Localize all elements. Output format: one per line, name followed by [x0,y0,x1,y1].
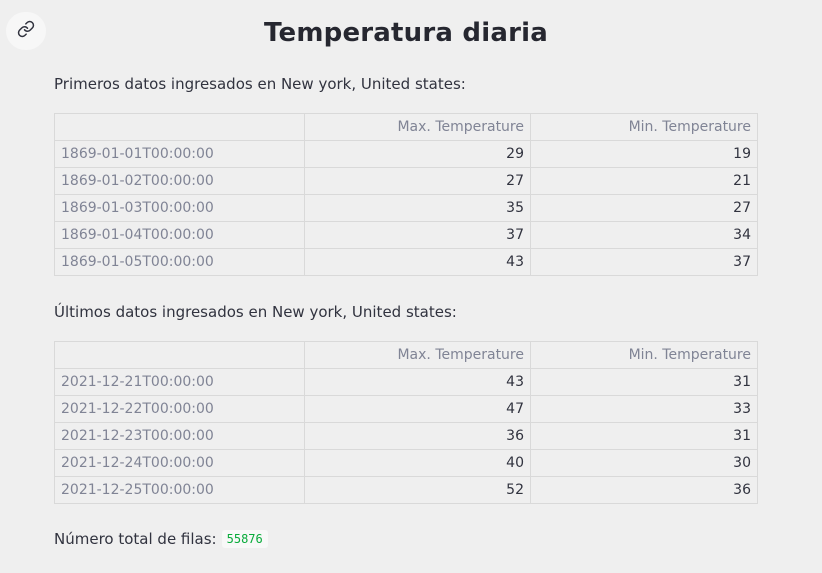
last-data-table[interactable]: Max. Temperature Min. Temperature 2021-1… [54,341,758,504]
row-max-temperature: 40 [304,449,531,477]
row-date: 2021-12-22T00:00:00 [54,395,305,423]
row-max-temperature: 35 [304,194,531,222]
row-date: 1869-01-02T00:00:00 [54,167,305,195]
row-min-temperature: 36 [530,476,758,504]
table-header-row: Max. Temperature Min. Temperature [54,113,758,141]
table-row: 1869-01-04T00:00:00 37 34 [54,221,758,249]
table-row: 2021-12-24T00:00:00 40 30 [54,449,758,477]
last-data-caption: Últimos datos ingresados en New york, Un… [54,303,457,321]
table-row: 1869-01-01T00:00:00 29 19 [54,140,758,168]
row-min-temperature: 31 [530,368,758,396]
table-row: 1869-01-02T00:00:00 27 21 [54,167,758,195]
min-temperature-header[interactable]: Min. Temperature [530,113,758,141]
total-rows-value: 55876 [221,530,268,548]
row-min-temperature: 31 [530,422,758,450]
row-date: 1869-01-03T00:00:00 [54,194,305,222]
row-max-temperature: 47 [304,395,531,423]
table-row: 1869-01-03T00:00:00 35 27 [54,194,758,222]
table-row: 2021-12-23T00:00:00 36 31 [54,422,758,450]
row-min-temperature: 33 [530,395,758,423]
row-min-temperature: 27 [530,194,758,222]
row-min-temperature: 34 [530,221,758,249]
first-data-caption: Primeros datos ingresados en New york, U… [54,75,466,93]
table-row: 1869-01-05T00:00:00 43 37 [54,248,758,276]
index-header [54,341,305,369]
table-row: 2021-12-22T00:00:00 47 33 [54,395,758,423]
row-date: 2021-12-24T00:00:00 [54,449,305,477]
row-max-temperature: 43 [304,248,531,276]
row-date: 2021-12-25T00:00:00 [54,476,305,504]
total-rows: Número total de filas: 55876 [54,530,268,548]
page-title: Temperatura diaria [264,18,548,48]
row-min-temperature: 21 [530,167,758,195]
row-min-temperature: 30 [530,449,758,477]
row-max-temperature: 29 [304,140,531,168]
row-max-temperature: 36 [304,422,531,450]
row-min-temperature: 19 [530,140,758,168]
row-max-temperature: 43 [304,368,531,396]
row-date: 1869-01-01T00:00:00 [54,140,305,168]
row-date: 1869-01-05T00:00:00 [54,248,305,276]
row-date: 2021-12-21T00:00:00 [54,368,305,396]
row-max-temperature: 52 [304,476,531,504]
table-row: 2021-12-21T00:00:00 43 31 [54,368,758,396]
table-header-row: Max. Temperature Min. Temperature [54,341,758,369]
row-max-temperature: 37 [304,221,531,249]
min-temperature-header[interactable]: Min. Temperature [530,341,758,369]
total-rows-label: Número total de filas: [54,530,217,548]
row-min-temperature: 37 [530,248,758,276]
max-temperature-header[interactable]: Max. Temperature [304,113,531,141]
table-row: 2021-12-25T00:00:00 52 36 [54,476,758,504]
row-max-temperature: 27 [304,167,531,195]
index-header [54,113,305,141]
max-temperature-header[interactable]: Max. Temperature [304,341,531,369]
row-date: 1869-01-04T00:00:00 [54,221,305,249]
first-data-table[interactable]: Max. Temperature Min. Temperature 1869-0… [54,113,758,276]
app-page: Temperatura diaria Primeros datos ingres… [0,0,822,573]
row-date: 2021-12-23T00:00:00 [54,422,305,450]
